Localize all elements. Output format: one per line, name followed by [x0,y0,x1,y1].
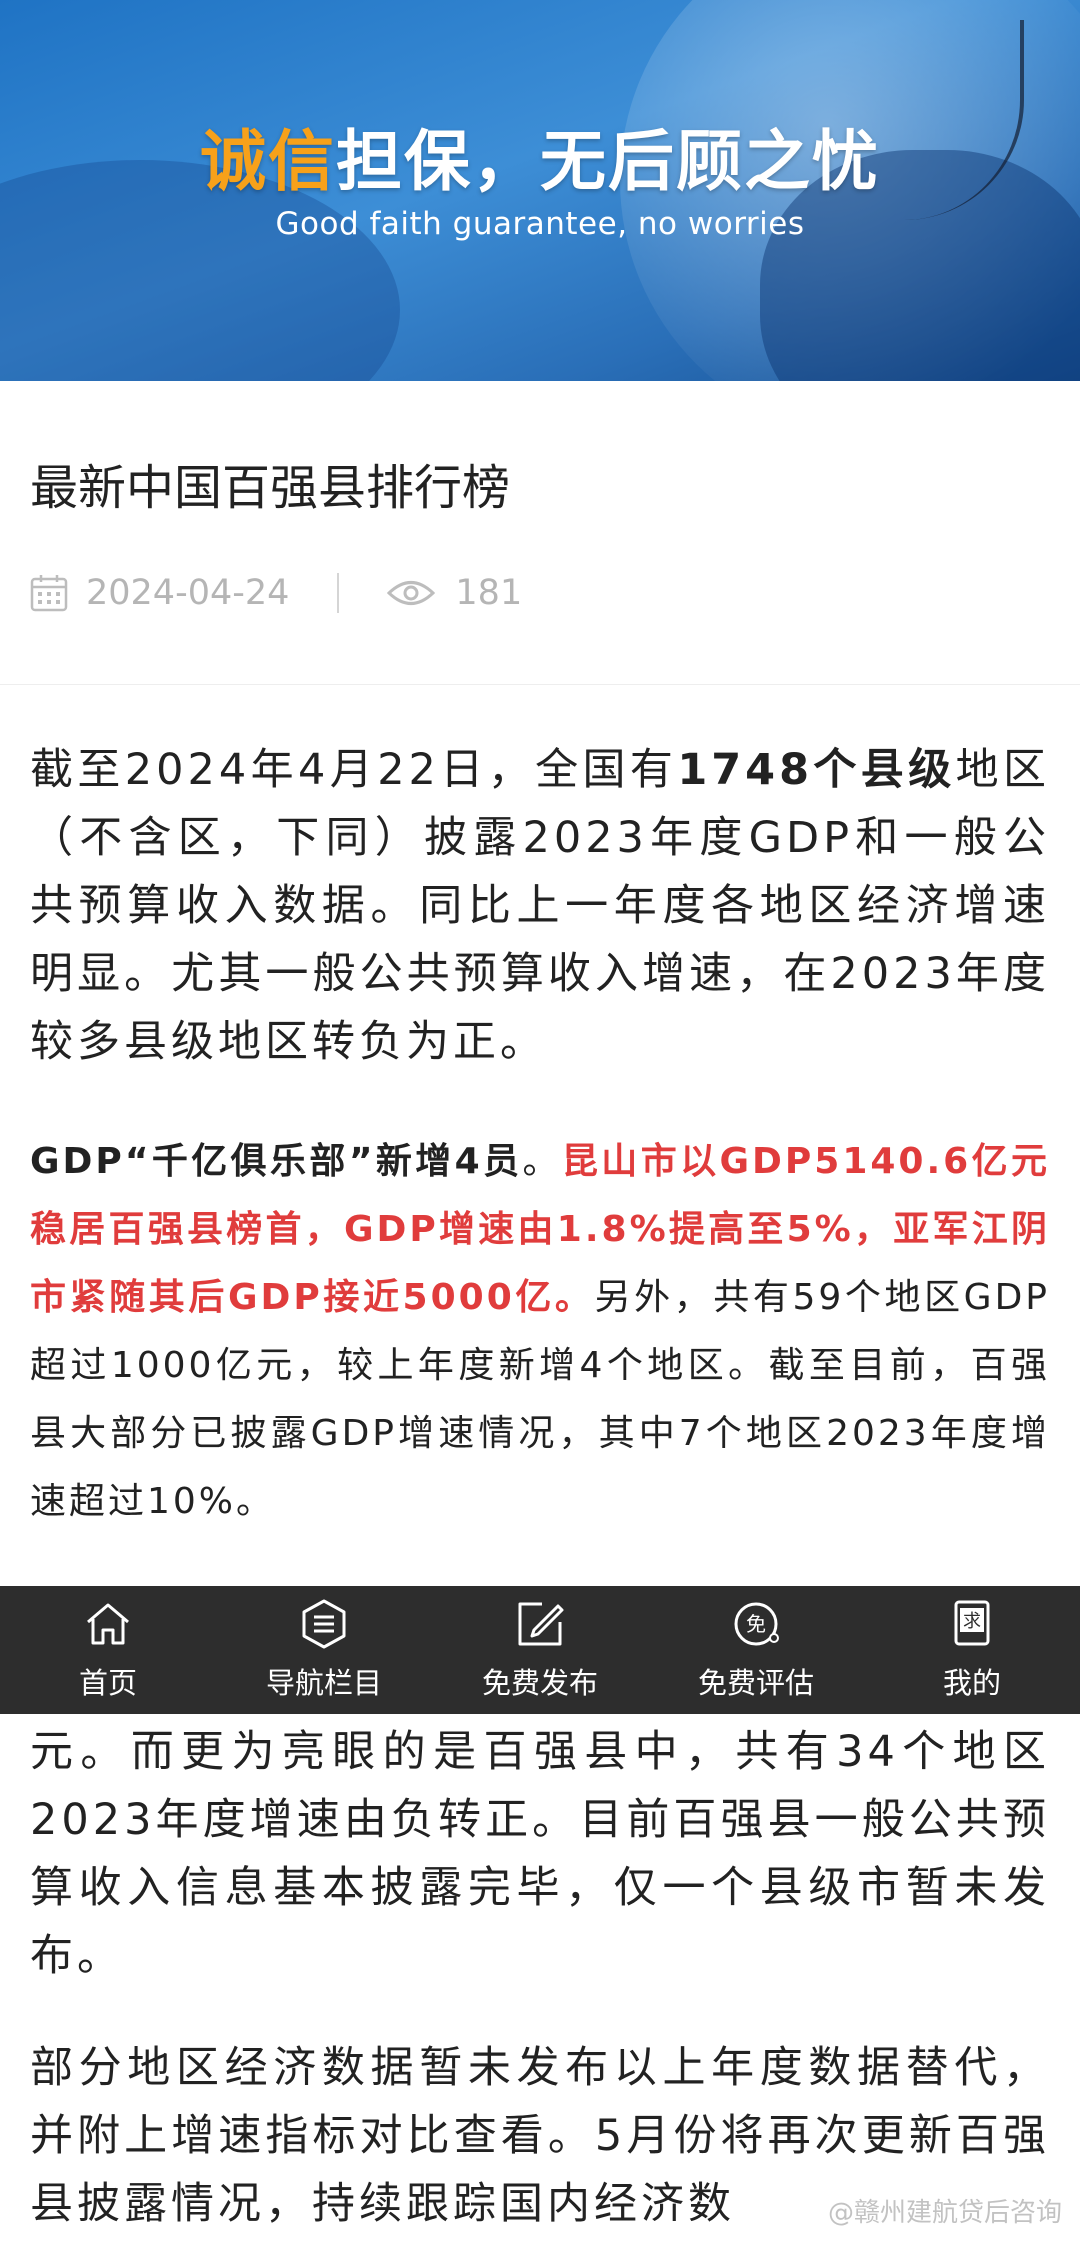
nav-label-evaluate: 免费评估 [697,1666,814,1700]
banner-subtitle: Good faith guarantee, no worries [275,206,805,242]
article-date: 2024-04-24 [86,573,290,613]
nav-label-home: 首页 [78,1666,137,1700]
nav-item-home[interactable]: 首页 [0,1586,216,1714]
meta-separator [337,573,340,613]
nav-item-evaluate[interactable]: 免 免费评估 [648,1586,864,1714]
nav-item-categories[interactable]: 导航栏目 [216,1586,432,1714]
calendar-icon [30,575,68,612]
paragraph-2: GDP“千亿俱乐部”新增4员。昆山市以GDP5140.6亿元稳居百强县榜首，GD… [30,1128,1050,1536]
banner-title: 诚信担保，无后顾之忧 [0,108,1080,204]
hero-banner: 诚信担保，无后顾之忧 Good faith guarantee, no worr… [0,0,1080,381]
paragraph-2-punct: 。 [522,1141,562,1182]
paragraph-1-bold: 1748个县级 [677,745,956,795]
free-badge-icon: 免 [734,1602,779,1646]
paragraph-1: 截至2024年4月22日，全国有1748个县级地区（不含区，下同）披露2023年… [30,736,1050,1076]
nav-label-profile: 我的 [942,1666,1001,1700]
profile-icon: 求 [954,1600,990,1646]
header-divider [0,684,1080,685]
nav-item-profile[interactable]: 求 我的 [864,1586,1080,1714]
eye-icon [387,581,436,605]
view-count: 181 [455,573,523,613]
svg-text:求: 求 [963,1611,981,1632]
article-meta: 2024-04-24 181 [30,568,522,618]
home-icon [87,1603,129,1645]
paragraph-2-bold-lead: GDP“千亿俱乐部”新增4员 [30,1141,523,1182]
paragraph-3: 元。而更为亮眼的是百强县中，共有34个地区2023年度增速由负转正。目前百强县一… [30,1727,1050,1981]
bottom-nav-bar: 首页 导航栏目 免费发布 免 免费评估 求 我的 [0,1586,1080,1714]
list-icon [302,1599,346,1649]
banner-title-highlight: 诚信 [200,123,336,200]
article-title: 最新中国百强县排行榜 [30,460,511,516]
nav-label-publish: 免费发布 [481,1666,598,1700]
edit-icon [518,1602,564,1646]
svg-text:免: 免 [746,1612,766,1636]
nav-label-categories: 导航栏目 [265,1666,382,1700]
banner-title-rest: 担保，无后顾之忧 [336,123,880,200]
watermark: @赣州建航贷后咨询 [827,2198,1062,2228]
paragraph-1-part-1: 截至2024年4月22日，全国有 [30,745,678,795]
nav-item-publish[interactable]: 免费发布 [432,1586,648,1714]
